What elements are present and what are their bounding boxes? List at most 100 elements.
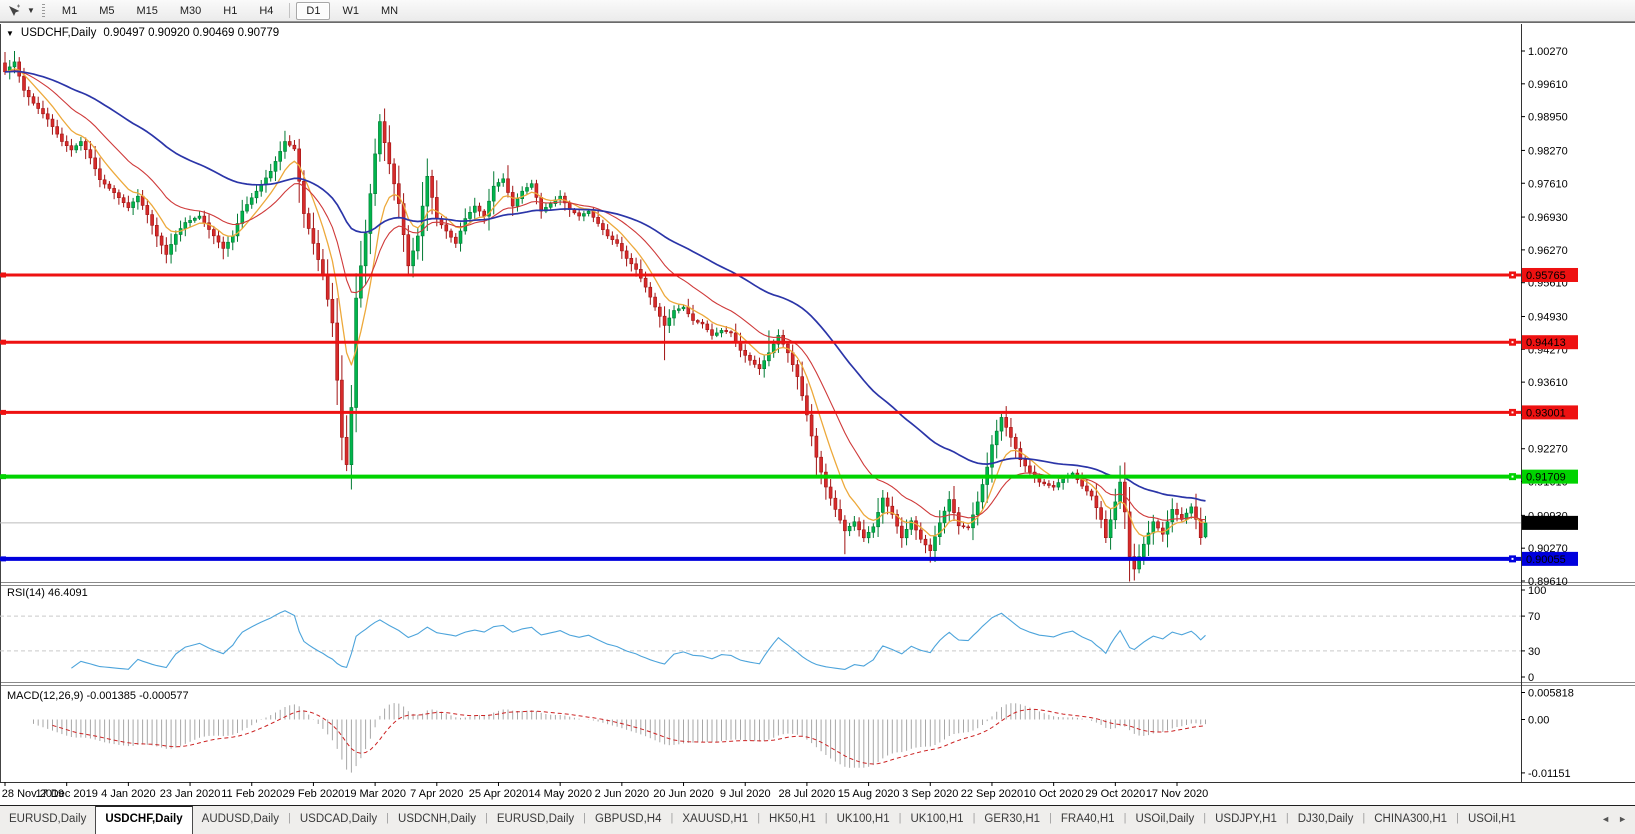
candle-body [1119, 482, 1122, 502]
candle-body [1095, 496, 1098, 508]
chart-tab-usoil-daily[interactable]: USOil,Daily [1126, 806, 1203, 834]
timeframe-button-d1[interactable]: D1 [296, 2, 330, 20]
candle-body [1152, 522, 1155, 533]
candles [4, 51, 1208, 582]
tabs-scroll-right-icon[interactable]: ► [1618, 814, 1627, 834]
chart-tab-usdcnh-daily[interactable]: USDCNH,Daily [389, 806, 485, 834]
chart-tab-fra40-h1[interactable]: FRA40,H1 [1052, 806, 1124, 834]
timeframe-button-w1[interactable]: W1 [332, 2, 369, 20]
chart-tab-gbpusd-h4[interactable]: GBPUSD,H4 [586, 806, 670, 834]
hline-left-handle[interactable] [1, 556, 6, 561]
ma-slow-blue [5, 71, 1206, 501]
candle-body [79, 142, 82, 146]
candle-body [815, 436, 818, 457]
timeframe-button-m30[interactable]: M30 [170, 2, 211, 20]
candle-body [725, 330, 728, 331]
candle-body [663, 316, 666, 325]
candle-body [369, 194, 372, 234]
chart-tab-usdchf-daily[interactable]: USDCHF,Daily [95, 806, 192, 834]
candle-body [1104, 519, 1107, 537]
candle-body [122, 198, 125, 203]
toolbar-grip[interactable] [42, 4, 45, 18]
cursor-tool-icon[interactable] [4, 3, 24, 19]
tool-dropdown-caret-icon[interactable]: ▼ [24, 6, 38, 15]
candle-body [407, 235, 410, 266]
chart-tab-dj30-daily[interactable]: DJ30,Daily [1289, 806, 1363, 834]
chart-tab-ger30-h1[interactable]: GER30,H1 [975, 806, 1049, 834]
candle-body [948, 500, 951, 512]
candle-body [151, 215, 154, 226]
hline-left-handle[interactable] [1, 340, 6, 345]
candle-body [682, 307, 685, 309]
candle-body [611, 236, 614, 240]
candle-body [75, 146, 78, 150]
chart-tab-eurusd-daily[interactable]: EURUSD,Daily [0, 806, 95, 834]
candle-body [934, 537, 937, 551]
candle-body [51, 119, 54, 127]
candle-body [516, 199, 519, 207]
chart-tab-uk100-h1[interactable]: UK100,H1 [828, 806, 899, 834]
timeframe-button-m5[interactable]: M5 [89, 2, 124, 20]
macd-axis-label: 0.00 [1528, 715, 1549, 727]
candle-body [321, 260, 324, 276]
candle-body [1043, 482, 1046, 484]
candle-body [155, 225, 158, 236]
candle-body [412, 251, 415, 266]
candle-body [620, 243, 623, 251]
candle-body [549, 204, 552, 208]
candle-body [1028, 466, 1031, 472]
candle-body [1057, 483, 1060, 488]
price-tag-text: 0.91709 [1526, 472, 1566, 484]
price-axis-label: 0.97610 [1528, 178, 1568, 190]
candle-body [132, 202, 135, 208]
candle-body [227, 242, 230, 248]
price-chart-svg[interactable]: 1.002700.996100.989500.982700.976100.969… [0, 0, 1635, 834]
candle-body [715, 333, 718, 336]
chart-tab-audusd-daily[interactable]: AUDUSD,Daily [193, 806, 288, 834]
tabs-scroll-left-icon[interactable]: ◄ [1601, 814, 1610, 834]
timeframe-button-h4[interactable]: H4 [249, 2, 283, 20]
candle-body [720, 330, 723, 333]
candle-body [98, 169, 101, 180]
timeframe-button-m1[interactable]: M1 [52, 2, 87, 20]
candle-body [340, 380, 343, 437]
hline-left-handle[interactable] [1, 272, 6, 277]
chart-tab-usoil-h1[interactable]: USOil,H1 [1459, 806, 1525, 834]
candle-body [4, 63, 7, 72]
price-tag-text: 0.90779 [1526, 518, 1566, 530]
candle-body [241, 211, 244, 223]
candle-body [711, 330, 714, 336]
candle-body [905, 529, 908, 538]
timeframe-button-m15[interactable]: M15 [126, 2, 167, 20]
hline-left-handle[interactable] [1, 474, 6, 479]
candle-body [1190, 507, 1193, 513]
candle-body [706, 324, 709, 330]
candle-body [146, 205, 149, 214]
horizontal-price-lines[interactable] [0, 271, 1521, 562]
candle-body [867, 532, 870, 538]
candle-body [701, 322, 704, 324]
chart-tab-usdcad-daily[interactable]: USDCAD,Daily [291, 806, 386, 834]
candle-body [995, 431, 998, 445]
candle-body [535, 184, 538, 198]
candle-body [526, 188, 529, 192]
candle-body [1081, 480, 1084, 487]
price-tag-text: 0.95765 [1526, 270, 1566, 282]
rsi-axis-label: 70 [1528, 611, 1540, 623]
candle-body [839, 509, 842, 520]
timeframe-button-h1[interactable]: H1 [213, 2, 247, 20]
candle-body [113, 188, 116, 192]
candle-body [217, 236, 220, 242]
chart-tab-uk100-h1[interactable]: UK100,H1 [902, 806, 973, 834]
chart-tab-usdjpy-h1[interactable]: USDJPY,H1 [1206, 806, 1286, 834]
chart-tab-hk50-h1[interactable]: HK50,H1 [760, 806, 825, 834]
price-axis-label: 0.99610 [1528, 79, 1568, 91]
candle-body [601, 224, 604, 230]
hline-left-handle[interactable] [1, 410, 6, 415]
candle-body [730, 332, 733, 333]
timeframe-button-mn[interactable]: MN [371, 2, 408, 20]
candle-body [791, 353, 794, 365]
chart-tab-xauusd-h1[interactable]: XAUUSD,H1 [673, 806, 757, 834]
chart-tab-china300-h1[interactable]: CHINA300,H1 [1365, 806, 1456, 834]
chart-tab-eurusd-daily[interactable]: EURUSD,Daily [488, 806, 583, 834]
